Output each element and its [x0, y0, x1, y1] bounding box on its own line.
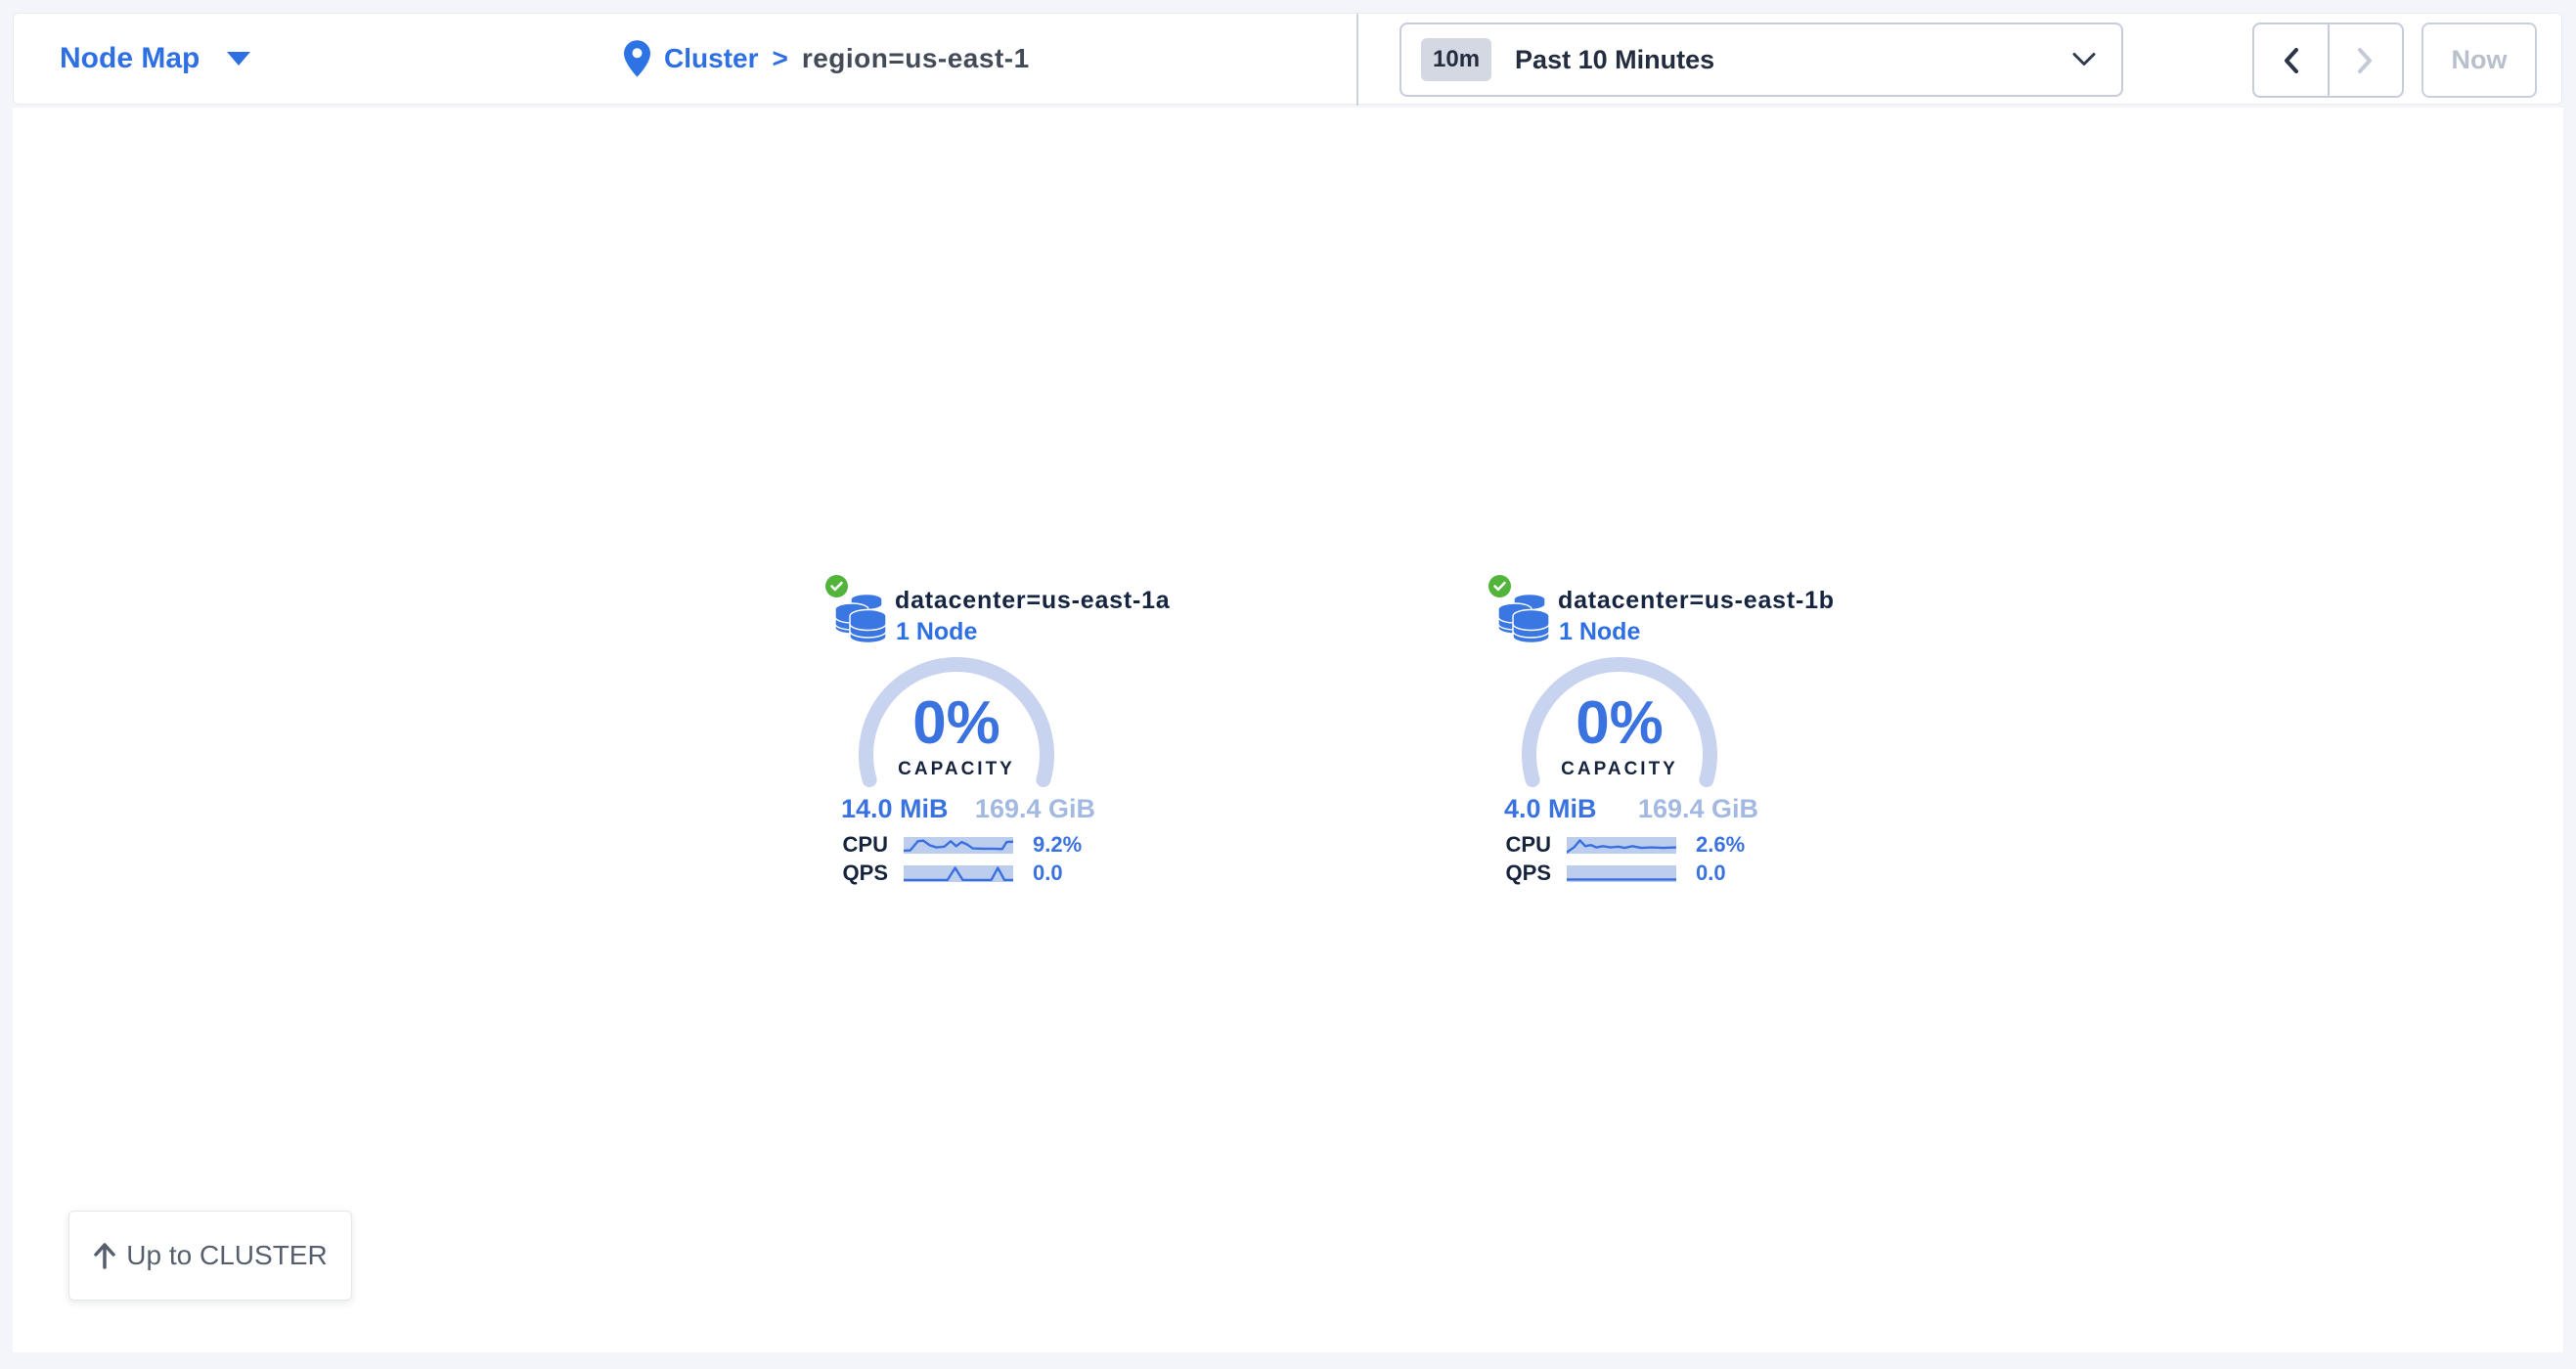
- now-button-label: Now: [2452, 45, 2508, 75]
- node-map-canvas: datacenter=us-east-1a 1 Node 0% CAPACITY…: [13, 108, 2563, 1352]
- cpu-sparkline: [904, 837, 1013, 854]
- locality-node-count[interactable]: 1 Node: [896, 618, 977, 646]
- time-window-badge: 10m: [1421, 38, 1491, 81]
- cpu-label: CPU: [818, 832, 888, 858]
- now-button[interactable]: Now: [2421, 22, 2537, 98]
- capacity-percent: 0%: [1481, 690, 1758, 755]
- capacity-used: 14.0 MiB: [841, 794, 949, 824]
- capacity-label: CAPACITY: [1481, 757, 1758, 782]
- chevron-right-icon: [2357, 48, 2374, 73]
- cpu-sparkline: [1567, 837, 1676, 854]
- qps-metric-row: QPS 0.0: [1481, 861, 1758, 885]
- qps-sparkline: [1567, 865, 1676, 882]
- qps-metric-row: QPS 0.0: [818, 861, 1095, 885]
- time-prev-button[interactable]: [2254, 24, 2330, 96]
- breadcrumb: Cluster > region=us-east-1: [624, 14, 1030, 104]
- toolbar-divider: [1356, 14, 1358, 106]
- capacity-total: 169.4 GiB: [975, 794, 1095, 824]
- database-stack-icon: [1497, 593, 1550, 645]
- qps-label: QPS: [818, 861, 888, 886]
- top-toolbar: Node Map Cluster > region=us-east-1 10m …: [13, 13, 2562, 105]
- time-nav-group: [2252, 22, 2404, 98]
- capacity-usage-row: 14.0 MiB 169.4 GiB: [841, 794, 1095, 823]
- cpu-value: 9.2%: [1033, 832, 1082, 858]
- cpu-label: CPU: [1481, 832, 1551, 858]
- database-stack-icon: [834, 593, 887, 645]
- locality-us-east-1b[interactable]: datacenter=us-east-1b 1 Node 0% CAPACITY…: [1481, 573, 1758, 896]
- locality-us-east-1a[interactable]: datacenter=us-east-1a 1 Node 0% CAPACITY…: [818, 573, 1095, 896]
- qps-value: 0.0: [1033, 861, 1063, 886]
- time-window-label: Past 10 Minutes: [1515, 45, 1714, 75]
- qps-sparkline: [904, 865, 1013, 882]
- breadcrumb-separator: >: [772, 43, 787, 74]
- time-next-button[interactable]: [2330, 24, 2403, 96]
- capacity-used: 4.0 MiB: [1504, 794, 1597, 824]
- location-pin-icon: [624, 40, 650, 77]
- capacity-percent: 0%: [818, 690, 1095, 755]
- capacity-label: CAPACITY: [818, 757, 1095, 782]
- view-selector-dropdown[interactable]: Node Map: [60, 14, 250, 104]
- chevron-left-icon: [2283, 48, 2299, 73]
- cpu-metric-row: CPU 9.2%: [818, 833, 1095, 857]
- up-to-cluster-label: Up to CLUSTER: [126, 1240, 327, 1271]
- qps-value: 0.0: [1696, 861, 1726, 886]
- arrow-up-icon: [93, 1242, 116, 1269]
- breadcrumb-current: region=us-east-1: [802, 43, 1030, 74]
- breadcrumb-cluster-link[interactable]: Cluster: [664, 43, 758, 74]
- capacity-total: 169.4 GiB: [1638, 794, 1758, 824]
- chevron-down-icon: [2072, 53, 2096, 67]
- locality-node-count[interactable]: 1 Node: [1559, 618, 1640, 646]
- locality-title: datacenter=us-east-1a: [895, 587, 1171, 615]
- capacity-usage-row: 4.0 MiB 169.4 GiB: [1504, 794, 1758, 823]
- locality-title: datacenter=us-east-1b: [1558, 587, 1835, 615]
- page-bottom-gutter: [0, 1352, 2576, 1369]
- view-selector-label: Node Map: [60, 42, 200, 75]
- node-map-page: { "header": { "view_selector": { "label"…: [0, 0, 2576, 1369]
- cpu-value: 2.6%: [1696, 832, 1745, 858]
- time-window-dropdown[interactable]: 10m Past 10 Minutes: [1399, 22, 2123, 97]
- up-to-cluster-button[interactable]: Up to CLUSTER: [68, 1211, 352, 1301]
- cpu-metric-row: CPU 2.6%: [1481, 833, 1758, 857]
- qps-label: QPS: [1481, 861, 1551, 886]
- caret-down-icon: [227, 52, 250, 66]
